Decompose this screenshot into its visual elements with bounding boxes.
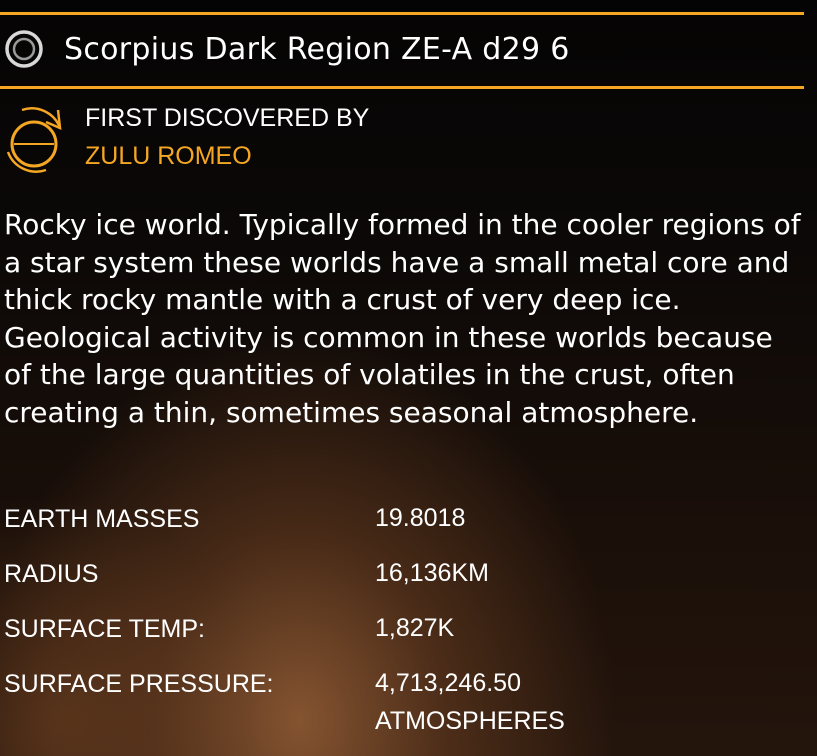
stats-table: EARTH MASSES 19.8018 RADIUS 16,136KM SUR…	[0, 504, 817, 735]
stat-label: RADIUS	[4, 560, 99, 588]
stat-row-surface-temp: SURFACE TEMP: 1,827K	[0, 614, 817, 670]
stat-label: EARTH MASSES	[4, 505, 200, 533]
stat-value: 19.8018	[375, 504, 466, 532]
stat-label: SURFACE PRESSURE:	[4, 670, 274, 698]
stat-value: 4,713,246.50 ATMOSPHERES	[375, 669, 565, 735]
title-divider	[0, 86, 804, 89]
body-name: Scorpius Dark Region ZE-A d29 6	[64, 31, 570, 67]
stat-label: SURFACE TEMP:	[4, 615, 205, 643]
stat-row-surface-pressure: SURFACE PRESSURE: 4,713,246.50 ATMOSPHER…	[0, 669, 817, 735]
discoverer-name: ZULU ROMEO	[85, 142, 252, 170]
top-divider	[0, 12, 804, 15]
body-title-row: Scorpius Dark Region ZE-A d29 6	[0, 22, 570, 76]
stat-value: 1,827K	[375, 614, 455, 642]
planet-orbit-icon	[5, 30, 43, 68]
stat-row-radius: RADIUS 16,136KM	[0, 559, 817, 615]
stat-value: 16,136KM	[375, 559, 489, 587]
discovery-scan-icon	[6, 107, 62, 173]
body-description: Rocky ice world. Typically formed in the…	[4, 208, 801, 429]
stat-row-earth-masses: EARTH MASSES 19.8018	[0, 504, 817, 560]
discovered-by-heading: FIRST DISCOVERED BY	[85, 104, 370, 132]
